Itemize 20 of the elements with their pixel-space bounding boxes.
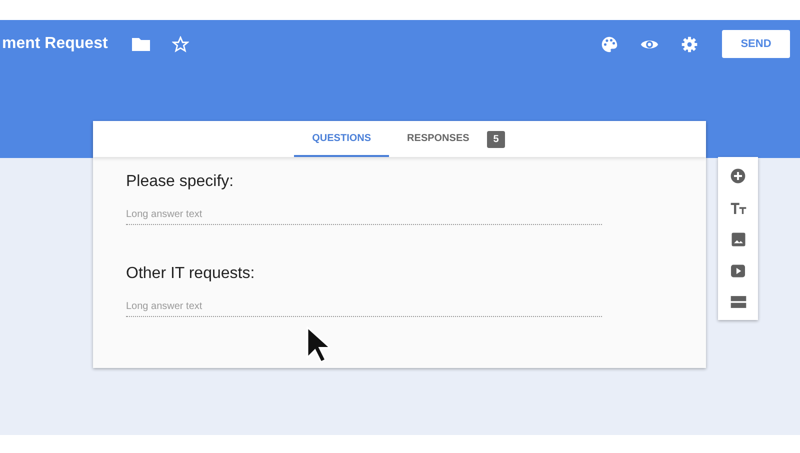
section-icon[interactable]	[730, 295, 746, 310]
add-icon[interactable]	[730, 168, 746, 184]
image-icon[interactable]	[730, 232, 746, 247]
response-count-badge: 5	[487, 130, 505, 148]
palette-icon[interactable]	[601, 36, 618, 52]
answer-field[interactable]: Long answer text	[126, 207, 602, 225]
question-title: Other IT requests:	[126, 265, 256, 283]
folder-icon[interactable]	[132, 37, 150, 51]
form-title: ment Request	[2, 35, 108, 53]
send-button[interactable]: SEND	[722, 30, 790, 58]
tab[interactable]: RESPONSES	[389, 121, 488, 157]
eye-icon[interactable]	[640, 38, 659, 50]
answer-field[interactable]: Long answer text	[126, 299, 602, 317]
title-icon[interactable]	[730, 200, 746, 215]
tab[interactable]: QUESTIONS	[294, 121, 390, 157]
star-icon[interactable]	[172, 36, 189, 52]
settings-icon[interactable]	[681, 36, 698, 52]
cursor-icon	[306, 326, 330, 362]
video-icon[interactable]	[730, 264, 746, 278]
question-title: Please specify:	[126, 173, 235, 191]
